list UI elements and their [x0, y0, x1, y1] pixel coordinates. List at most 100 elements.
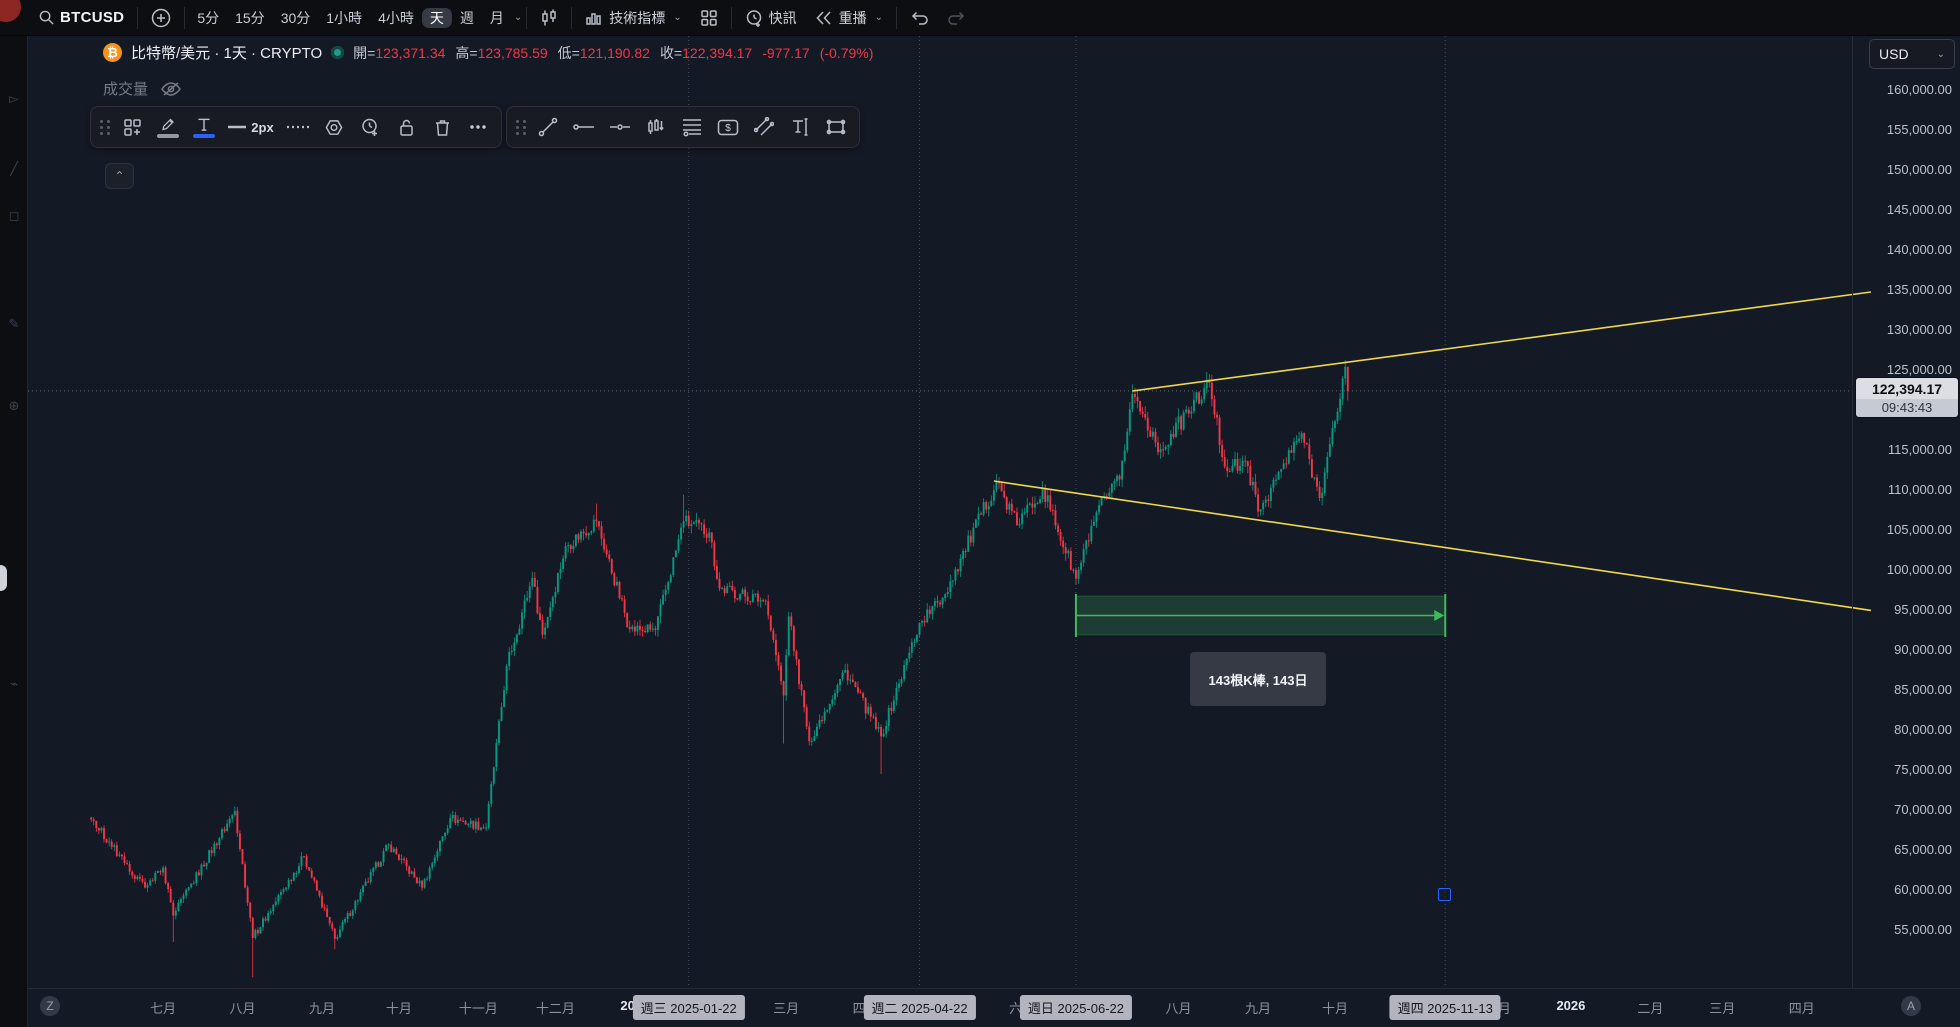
alert-button[interactable]: 快訊	[736, 4, 806, 32]
collapse-legend-button[interactable]: ⌃	[105, 163, 134, 189]
top-toolbar: BTCUSD 5分 15分 30分 1小時 4小時 天 週 月 ⌄ 技術指標 ⌄…	[0, 0, 1960, 36]
sidebar-tool-icon[interactable]: ◻	[6, 208, 22, 224]
clock-plus-icon	[362, 118, 377, 136]
pencil-icon	[162, 118, 174, 130]
bitcoin-icon: ₿	[103, 43, 122, 62]
price-axis-label: 55,000.00	[1894, 922, 1952, 937]
more-options-button[interactable]	[461, 111, 495, 143]
horizontal-ray-icon	[610, 124, 630, 130]
change-value: -977.17	[762, 44, 810, 61]
symbol-title[interactable]: 比特幣/美元 · 1天 · CRYPTO	[131, 42, 322, 63]
separator	[571, 6, 573, 29]
low-value: 121,190.82	[579, 44, 650, 61]
price-axis-label: 150,000.00	[1886, 162, 1952, 177]
long-position-tool-button[interactable]	[675, 111, 709, 143]
date-badge[interactable]: 週日 2025-06-22	[1019, 995, 1133, 1020]
price-axis-label: 100,000.00	[1886, 562, 1952, 577]
line-style-button[interactable]	[281, 111, 315, 143]
horizontal-line-icon	[573, 124, 594, 130]
price-axis[interactable]: USD ⌄ 160,000.00 155,000.00 150,000.00 145,…	[1852, 36, 1960, 988]
time-axis-label: 九月	[308, 1001, 335, 1016]
time-axis-label: 十二月	[535, 1001, 575, 1016]
lock-button[interactable]	[389, 111, 423, 143]
app-logo[interactable]	[0, 0, 21, 22]
timeframe-1h[interactable]: 1小時	[318, 8, 370, 28]
chart-type-button[interactable]	[531, 4, 567, 32]
horizontal-ray-tool-button[interactable]	[603, 111, 637, 143]
style-panel: 2px	[90, 106, 502, 148]
candlestick-chart[interactable]	[28, 36, 1960, 1027]
template-button[interactable]	[115, 111, 149, 143]
drag-handle[interactable]	[100, 111, 110, 143]
timeframe-30m[interactable]: 30分	[273, 8, 319, 28]
settings-button[interactable]	[317, 111, 351, 143]
text-tool-button[interactable]	[783, 111, 817, 143]
bars-pattern-tool-button[interactable]	[639, 111, 673, 143]
drawing-selection-handle[interactable]	[1438, 888, 1451, 901]
redo-button[interactable]	[938, 4, 975, 32]
timeframe-4h[interactable]: 4小時	[370, 8, 422, 28]
parallel-channel-tool-button[interactable]	[747, 111, 781, 143]
indicators-button[interactable]: 技術指標 ⌄	[576, 4, 690, 32]
timeframe-15m[interactable]: 15分	[227, 8, 273, 28]
ellipsis-icon	[470, 125, 486, 129]
rectangle-tool-button[interactable]	[819, 111, 853, 143]
replay-button[interactable]: 重播 ⌄	[806, 4, 892, 32]
price-axis-label: 155,000.00	[1886, 122, 1952, 137]
price-axis-label: 85,000.00	[1894, 682, 1952, 697]
sidebar-tool-icon[interactable]: ✎	[6, 316, 22, 332]
timeframe-1mo[interactable]: 月	[482, 8, 512, 28]
chart-pane[interactable]: ₿ 比特幣/美元 · 1天 · CRYPTO 開=123,371.34 高=12…	[28, 36, 1960, 1027]
text-color-button[interactable]	[187, 111, 221, 143]
price-axis-label: 115,000.00	[1887, 442, 1952, 457]
layout-grid-button[interactable]	[691, 4, 727, 32]
eye-off-icon[interactable]	[160, 81, 182, 97]
sidebar-tool-icon[interactable]: ⊕	[6, 398, 22, 414]
timezone-button[interactable]: Z	[40, 996, 60, 1016]
high-label: 高=	[455, 44, 478, 61]
price-label-icon: $	[717, 119, 739, 135]
price-axis-label: 110,000.00	[1887, 482, 1952, 497]
time-axis-label: 2026	[1556, 998, 1586, 1013]
sidebar-tool-icon[interactable]: ⌁	[6, 676, 22, 692]
timeframe-dropdown-chevron-icon[interactable]: ⌄	[514, 12, 522, 23]
sidebar-tool-icon[interactable]: ╱	[6, 161, 22, 177]
close-value: 122,394.17	[682, 44, 753, 61]
redo-icon	[948, 11, 965, 25]
timeframe-5m[interactable]: 5分	[189, 8, 227, 28]
undo-button[interactable]	[901, 4, 938, 32]
timeframe-1d-selected[interactable]: 天	[421, 7, 452, 28]
volume-label[interactable]: 成交量	[103, 78, 148, 99]
price-axis-label: 75,000.00	[1894, 762, 1952, 777]
indicators-chevron-icon: ⌄	[673, 12, 682, 23]
time-axis[interactable]: Z 七月八月九月十月十一月十二月2025二月三月四月五月六月七月八月九月十月十一…	[28, 988, 1960, 1027]
delete-button[interactable]	[425, 111, 459, 143]
dotted-line-icon	[287, 125, 309, 129]
separator	[137, 6, 139, 29]
timeframe-1w[interactable]: 週	[452, 8, 482, 28]
horizontal-line-tool-button[interactable]	[567, 111, 601, 143]
sidebar-tool-icon[interactable]: ▻	[6, 91, 22, 107]
price-axis-label: 65,000.00	[1894, 842, 1952, 857]
price-axis-label: 70,000.00	[1894, 802, 1952, 817]
price-axis-label: 90,000.00	[1894, 642, 1952, 657]
add-alert-button[interactable]	[353, 111, 387, 143]
drag-handle[interactable]	[516, 111, 526, 143]
currency-select[interactable]: USD ⌄	[1869, 39, 1955, 69]
price-label-tool-button[interactable]: $	[711, 111, 745, 143]
trend-line-tool-button[interactable]	[531, 111, 565, 143]
price-axis-label: 140,000.00	[1886, 242, 1952, 257]
line-width-button[interactable]: 2px	[223, 111, 279, 143]
adjust-button[interactable]: A	[1901, 996, 1921, 1016]
sidebar-handle[interactable]	[0, 565, 7, 591]
price-axis-label: 160,000.00	[1886, 82, 1952, 97]
date-badge[interactable]: 週四 2025-11-13	[1389, 995, 1501, 1020]
line-color-button[interactable]	[151, 111, 185, 143]
symbol-search-button[interactable]: BTCUSD	[30, 4, 133, 32]
replay-chevron-icon: ⌄	[874, 12, 884, 23]
date-badge[interactable]: 週二 2025-04-22	[863, 995, 976, 1020]
volume-indicator-row: 成交量	[103, 78, 182, 99]
add-symbol-button[interactable]	[142, 4, 180, 32]
indicators-label: 技術指標	[609, 9, 666, 26]
date-badge[interactable]: 週三 2025-01-22	[632, 995, 745, 1020]
